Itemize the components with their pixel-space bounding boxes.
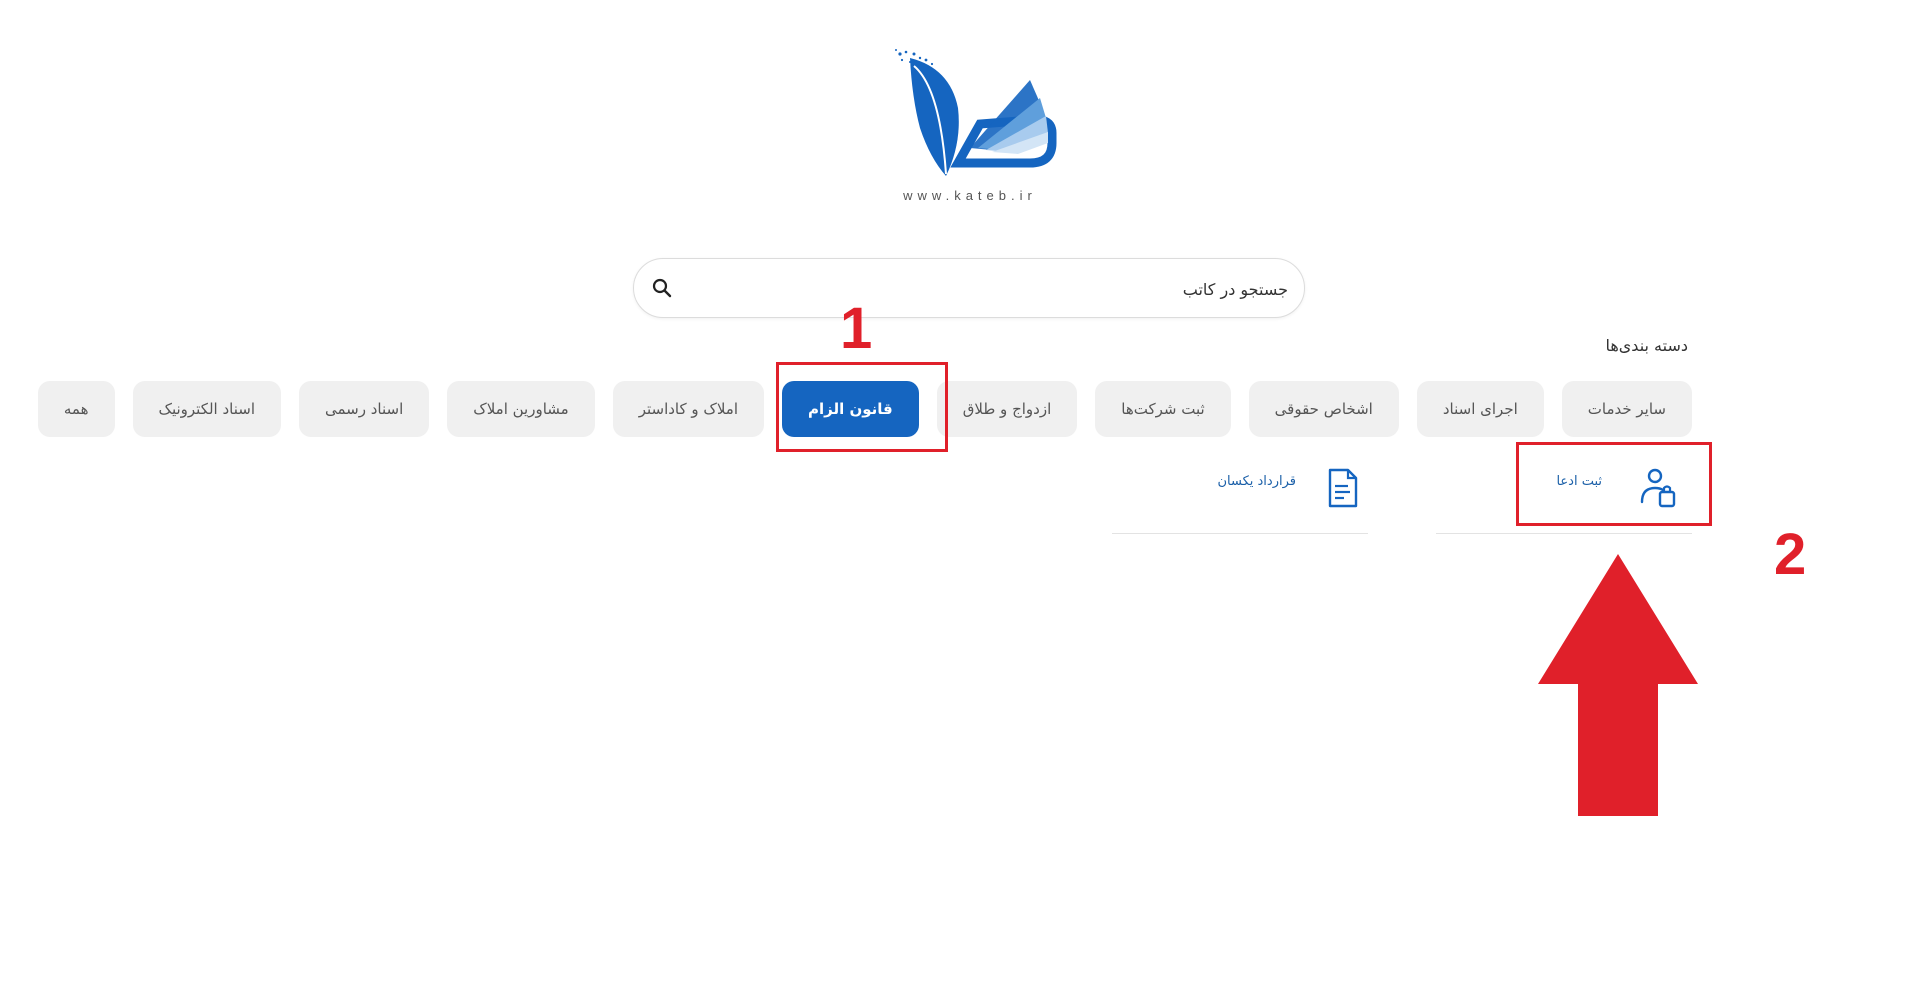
search-input[interactable] — [694, 269, 1290, 309]
chip-other-services[interactable]: سایر خدمات — [1561, 381, 1692, 437]
logo-url-text: www.kateb.ir — [903, 188, 1037, 203]
chip-legal-entities[interactable]: اشخاص حقوقی — [1248, 381, 1399, 437]
arrow-up-icon — [1538, 554, 1698, 816]
chip-marriage-divorce[interactable]: ازدواج و طلاق — [936, 381, 1078, 437]
chip-document-enforcement[interactable]: اجرای اسناد — [1416, 381, 1544, 437]
chip-official-documents[interactable]: اسناد رسمی — [299, 381, 430, 437]
service-label: قرارداد یکسان — [1217, 474, 1296, 489]
annotation-step-2: 2 — [1774, 522, 1807, 587]
document-icon — [1328, 468, 1358, 508]
kateb-logo[interactable]: www.kateb.ir — [880, 48, 1060, 208]
logo-mark-icon — [895, 49, 1057, 176]
search-icon[interactable] — [650, 276, 674, 300]
annotation-box-step-2 — [1516, 442, 1712, 526]
chip-property-cadastre[interactable]: املاک و کاداستر — [612, 381, 764, 437]
categories-heading: دسته بندی‌ها — [1605, 336, 1688, 355]
annotation-box-step-1 — [776, 362, 948, 452]
annotation-step-1: 1 — [840, 296, 873, 361]
chip-real-estate-advisors[interactable]: مشاورین املاک — [447, 381, 595, 437]
page: www.kateb.ir دسته بندی‌ها همه اسناد الکت… — [0, 0, 1920, 990]
search-box[interactable] — [633, 258, 1305, 318]
chip-electronic-documents[interactable]: اسناد الکترونیک — [132, 381, 281, 437]
service-uniform-contract[interactable]: قرارداد یکسان — [1112, 452, 1368, 534]
chip-company-registration[interactable]: ثبت شرکت‌ها — [1095, 381, 1231, 437]
chip-all[interactable]: همه — [37, 381, 115, 437]
